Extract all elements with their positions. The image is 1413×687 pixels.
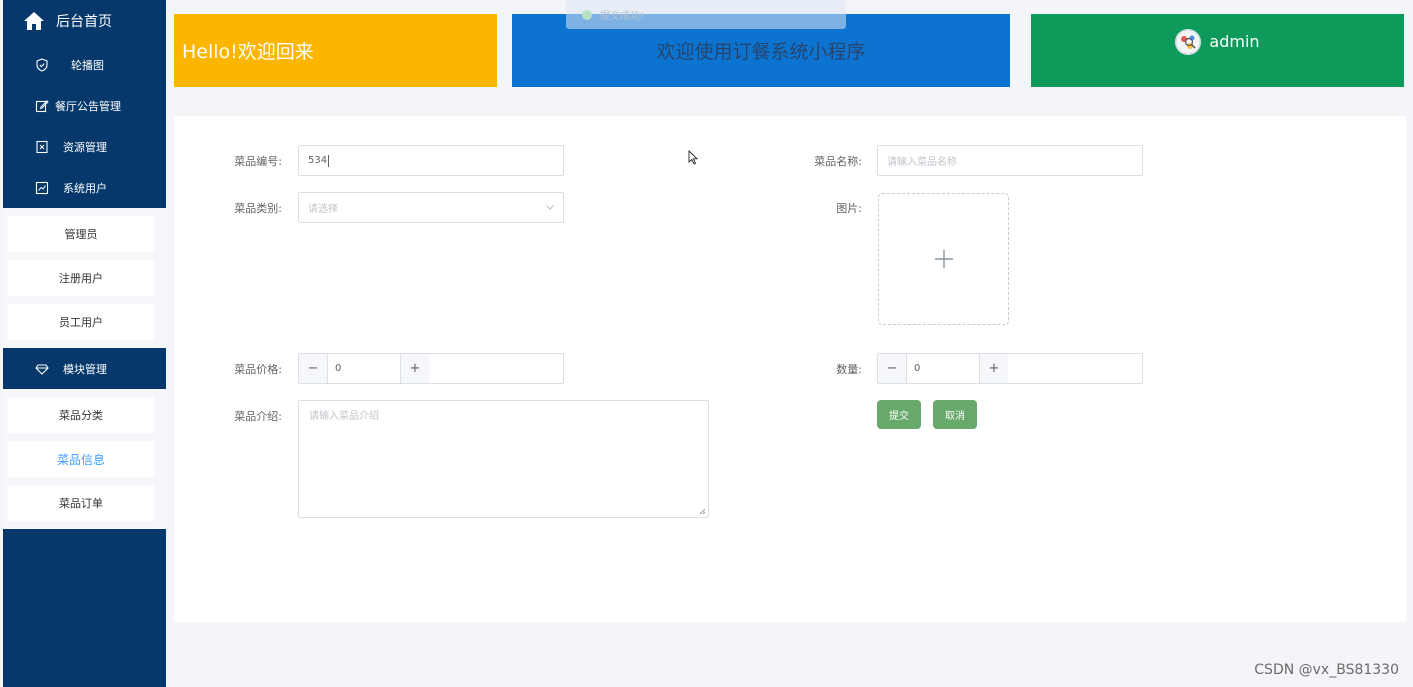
sidebar-item-label: 餐厅公告管理 [55,100,121,113]
avatar[interactable] [1175,28,1202,55]
text-caret [328,154,330,167]
sidebar-item-modules[interactable]: 模块管理 [3,349,166,389]
hello-card: Hello!欢迎回来 [174,14,497,87]
cancel-button[interactable]: 取消 [933,400,977,429]
success-toast: 提交成功! [566,0,846,29]
chart-icon [35,181,49,195]
diamond-icon [35,364,49,375]
sidebar-item-label: 轮播图 [71,59,104,72]
toast-text: 提交成功! [600,11,645,22]
price-label: 菜品价格: [234,363,282,376]
image-label: 图片: [836,202,862,215]
intro-label: 菜品介绍: [234,410,282,423]
chevron-down-icon [546,205,554,210]
home-icon [24,12,44,30]
resize-handle-icon[interactable] [699,508,706,515]
sidebar-item-dish-orders[interactable]: 菜品订单 [8,485,154,521]
watermark: CSDN @vx_BS81330 [1254,662,1399,678]
avatar-icon [1175,29,1201,54]
check-icon [582,9,592,20]
sidebar-item-label: 系统用户 [63,182,107,195]
name-placeholder: 请输入菜品名称 [887,157,957,168]
user-card: admin [1031,14,1404,87]
plus-icon [934,250,953,268]
price-decrease-button[interactable]: − [299,354,328,383]
sidebar-item-announcements[interactable]: 餐厅公告管理 [3,86,166,126]
qty-value[interactable]: 0 [907,363,979,374]
name-label: 菜品名称: [814,155,862,168]
sidebar-item-admin[interactable]: 管理员 [8,216,154,252]
code-label: 菜品编号: [234,155,282,168]
mouse-cursor-icon [688,150,698,165]
sidebar-item-staff-users[interactable]: 员工用户 [8,304,154,340]
hello-text: Hello!欢迎回来 [182,41,314,63]
qty-label: 数量: [836,363,862,376]
document-icon [36,140,48,154]
sidebar-item-resources[interactable]: 资源管理 [3,127,166,167]
price-stepper[interactable]: − 0 + [298,353,564,384]
sidebar-item-label: 资源管理 [63,141,107,154]
qty-decrease-button[interactable]: − [878,354,907,383]
username: admin [1209,32,1260,51]
category-select[interactable]: 请选择 [298,192,564,223]
sidebar-item-dish-info[interactable]: 菜品信息 [8,441,154,477]
sidebar-home[interactable]: 后台首页 [3,0,166,42]
edit-icon [35,100,49,113]
price-value[interactable]: 0 [328,363,400,374]
price-increase-button[interactable]: + [400,354,429,383]
category-label: 菜品类别: [234,202,282,215]
sidebar-item-system-users[interactable]: 系统用户 [3,168,166,208]
sidebar: 后台首页 轮播图 餐厅公告管理 资源管理 系统用户 管理员 注册用户 员工用户 [3,0,166,687]
code-value: 534 [308,155,328,166]
intro-textarea[interactable]: 请输入菜品介绍 [298,400,709,518]
welcome-text: 欢迎使用订餐系统小程序 [656,41,866,63]
sidebar-item-label: 模块管理 [63,363,107,376]
image-upload[interactable] [878,193,1009,325]
shield-icon [36,58,48,72]
qty-stepper[interactable]: − 0 + [877,353,1143,384]
intro-placeholder: 请输入菜品介绍 [309,411,379,422]
category-placeholder: 请选择 [308,204,338,215]
sidebar-home-label: 后台首页 [56,14,112,30]
name-input[interactable]: 请输入菜品名称 [877,145,1143,176]
code-input[interactable]: 534 [298,145,564,176]
sidebar-item-carousel[interactable]: 轮播图 [3,45,166,85]
sidebar-item-registered-users[interactable]: 注册用户 [8,260,154,296]
qty-increase-button[interactable]: + [979,354,1008,383]
sidebar-item-dish-categories[interactable]: 菜品分类 [8,397,154,433]
submit-button[interactable]: 提交 [877,400,921,429]
